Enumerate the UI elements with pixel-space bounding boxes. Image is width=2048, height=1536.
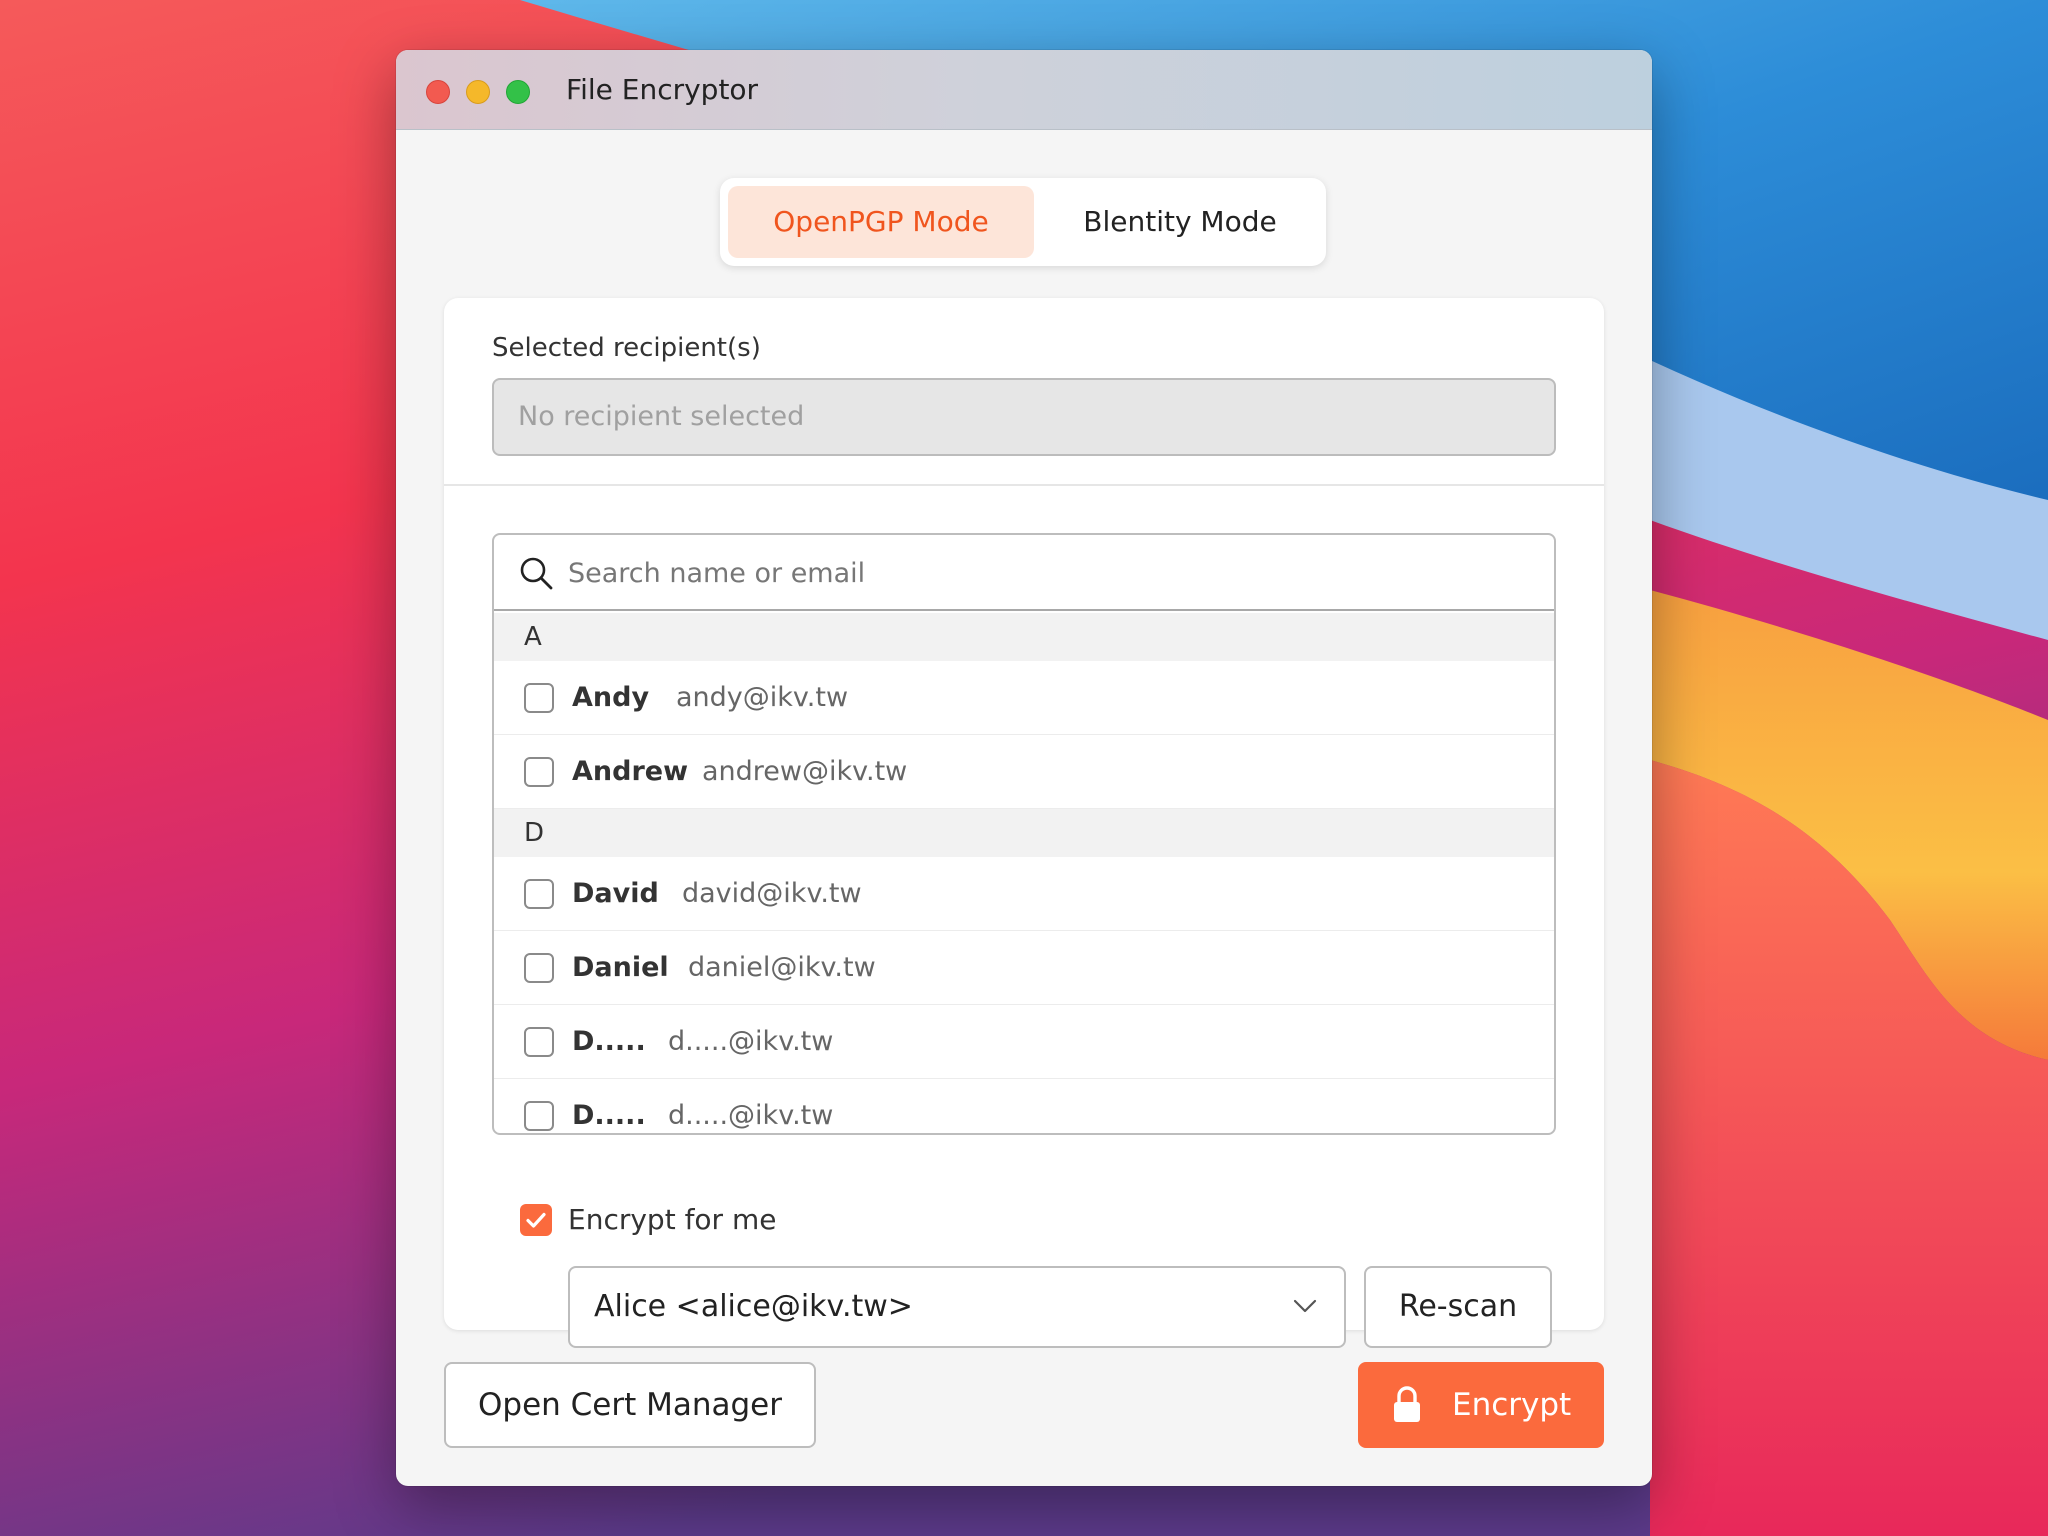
identity-select[interactable]: Alice <alice@ikv.tw> bbox=[568, 1266, 1346, 1348]
list-item[interactable]: D..... d.....@ikv.tw bbox=[494, 1005, 1554, 1079]
encrypt-for-me-label: Encrypt for me bbox=[568, 1203, 777, 1236]
recipient-name: Andy bbox=[572, 682, 650, 713]
tab-openpgp-mode[interactable]: OpenPGP Mode bbox=[728, 186, 1034, 258]
recipient-email: andy@ikv.tw bbox=[676, 682, 849, 713]
recipient-email: d.....@ikv.tw bbox=[668, 1100, 834, 1131]
check-icon bbox=[526, 1212, 546, 1228]
group-header-a: A bbox=[494, 613, 1554, 661]
list-item[interactable]: Andrew andrew@ikv.tw bbox=[494, 735, 1554, 809]
group-header-d: D bbox=[494, 809, 1554, 857]
window-title: File Encryptor bbox=[566, 73, 759, 106]
titlebar: File Encryptor bbox=[396, 50, 1652, 130]
encrypt-for-me-checkbox[interactable] bbox=[520, 1204, 552, 1236]
encrypt-button-label: Encrypt bbox=[1452, 1387, 1572, 1423]
chevron-down-icon bbox=[1293, 1299, 1317, 1313]
close-window-button[interactable] bbox=[426, 80, 450, 104]
list-item[interactable]: Andy andy@ikv.tw bbox=[494, 661, 1554, 735]
recipient-email: daniel@ikv.tw bbox=[688, 952, 876, 983]
list-item[interactable]: Daniel daniel@ikv.tw bbox=[494, 931, 1554, 1005]
minimize-window-button[interactable] bbox=[466, 80, 490, 104]
recipient-list: A Andy andy@ikv.tw Andrew andrew@ikv.tw … bbox=[492, 533, 1556, 1135]
divider bbox=[444, 484, 1604, 486]
identity-select-value: Alice <alice@ikv.tw> bbox=[594, 1289, 913, 1324]
recipient-email: d.....@ikv.tw bbox=[668, 1026, 834, 1057]
mode-switch: OpenPGP Mode Blentity Mode bbox=[720, 178, 1326, 266]
search-icon bbox=[520, 557, 553, 590]
recipient-checkbox[interactable] bbox=[524, 757, 554, 787]
recipient-name: David bbox=[572, 878, 659, 909]
tab-blentity-mode[interactable]: Blentity Mode bbox=[1042, 186, 1318, 258]
lock-icon bbox=[1394, 1386, 1420, 1422]
recipient-email: david@ikv.tw bbox=[682, 878, 862, 909]
rescan-button[interactable]: Re-scan bbox=[1364, 1266, 1552, 1348]
recipient-checkbox[interactable] bbox=[524, 1101, 554, 1131]
app-window: File Encryptor OpenPGP Mode Blentity Mod… bbox=[396, 50, 1652, 1486]
recipient-name: D..... bbox=[572, 1100, 646, 1131]
recipient-checkbox[interactable] bbox=[524, 1027, 554, 1057]
list-item[interactable]: D..... d.....@ikv.tw bbox=[494, 1079, 1554, 1133]
open-cert-manager-button[interactable]: Open Cert Manager bbox=[444, 1362, 816, 1448]
recipient-name: D..... bbox=[572, 1026, 646, 1057]
recipient-items: A Andy andy@ikv.tw Andrew andrew@ikv.tw … bbox=[494, 613, 1554, 1133]
recipient-checkbox[interactable] bbox=[524, 683, 554, 713]
encrypt-button[interactable]: Encrypt bbox=[1358, 1362, 1604, 1448]
search-input[interactable] bbox=[568, 545, 1528, 601]
selected-recipients-label: Selected recipient(s) bbox=[492, 333, 761, 363]
recipient-name: Andrew bbox=[572, 756, 689, 787]
recipient-name: Daniel bbox=[572, 952, 669, 983]
list-item[interactable]: David david@ikv.tw bbox=[494, 857, 1554, 931]
zoom-window-button[interactable] bbox=[506, 80, 530, 104]
recipient-email: andrew@ikv.tw bbox=[702, 756, 908, 787]
encrypt-options-card: Selected recipient(s) No recipient selec… bbox=[444, 298, 1604, 1348]
search-bar bbox=[494, 535, 1554, 611]
recipient-checkbox[interactable] bbox=[524, 879, 554, 909]
selected-recipients-field: No recipient selected bbox=[492, 378, 1556, 456]
recipient-checkbox[interactable] bbox=[524, 953, 554, 983]
